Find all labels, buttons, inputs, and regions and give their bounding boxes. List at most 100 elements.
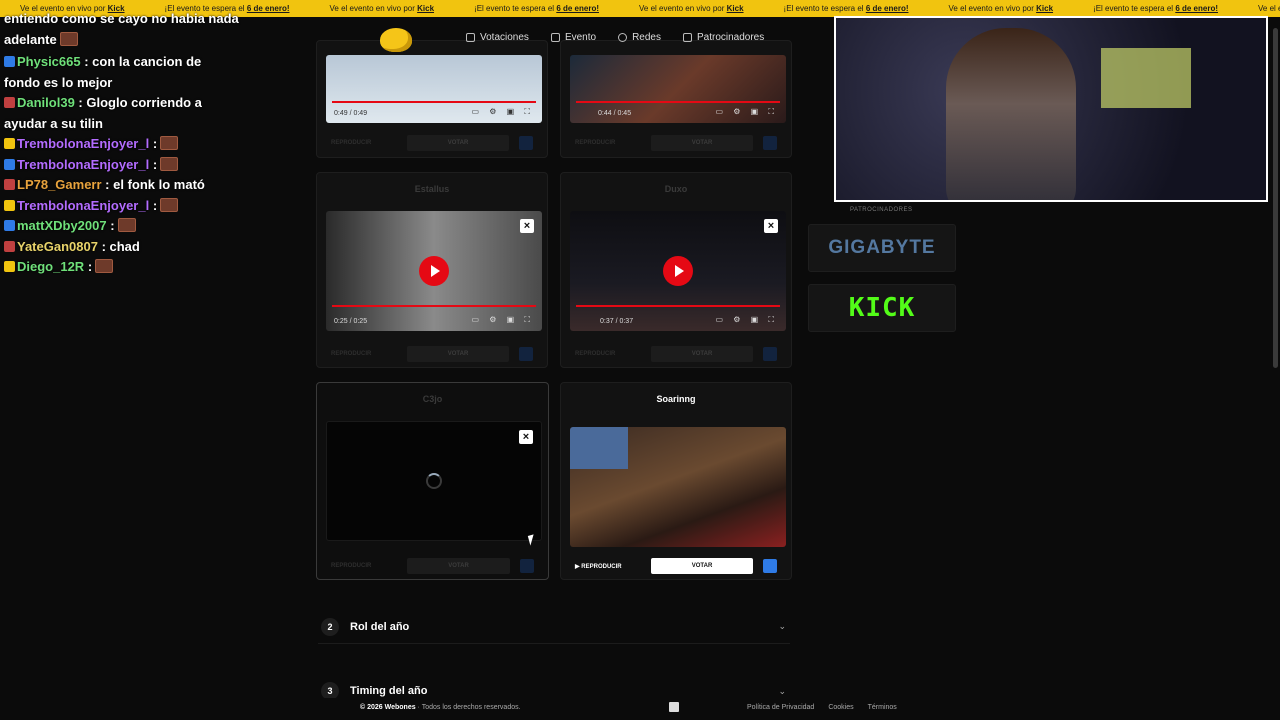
calendar-icon: [550, 33, 560, 42]
nominee-name: Soarinng: [656, 394, 696, 404]
chat-message: mattXDby2007 :: [0, 216, 240, 237]
chat-username[interactable]: TrembolonaEnjoyer_l: [17, 136, 149, 151]
chat-text-line: adelante: [0, 30, 240, 51]
ticker-link[interactable]: Kick: [727, 4, 744, 13]
nominee-card: Duxo × 0:37 / 0:37 ▭ ⚙ ▣ ⛶ REPRODUCIR VO…: [560, 172, 792, 368]
card-actions: REPRODUCIR VOTAR: [331, 557, 534, 575]
stream-chat: entiendo como se cayo no habia nada adel…: [0, 0, 250, 320]
chat-badge-icon: [4, 138, 15, 149]
vote-button[interactable]: VOTAR: [651, 135, 753, 151]
vote-button[interactable]: VOTAR: [651, 558, 753, 574]
nav-votaciones[interactable]: Votaciones: [466, 32, 529, 43]
ticker-link[interactable]: 6 de enero!: [556, 4, 599, 13]
chat-username[interactable]: mattXDby2007: [17, 218, 107, 233]
chat-text: : chad: [97, 238, 140, 254]
card-actions: ▶ REPRODUCIR VOTAR: [575, 557, 777, 575]
video-time: 0:49 / 0:49: [334, 110, 368, 117]
close-icon[interactable]: ×: [764, 219, 778, 233]
emote-icon: [160, 156, 179, 171]
chat-text: entiendo como se cayo no habia nada: [4, 11, 239, 26]
ticker-link[interactable]: 6 de enero!: [1175, 4, 1218, 13]
nav-patrocinadores[interactable]: Patrocinadores: [682, 32, 764, 43]
vote-button[interactable]: VOTAR: [407, 558, 510, 574]
chat-username[interactable]: LP78_Gamerr: [17, 177, 102, 192]
chat-message: TrembolonaEnjoyer_l :: [0, 134, 240, 155]
video-thumbnail[interactable]: [570, 427, 786, 547]
share-button[interactable]: [763, 136, 777, 150]
kick-icon[interactable]: [669, 702, 679, 712]
chat-message: TrembolonaEnjoyer_l :: [0, 196, 240, 217]
chevron-down-icon[interactable]: ⌄: [778, 686, 786, 697]
video-player[interactable]: 0:49 / 0:49 ▭ ⚙ ▣ ⛶: [326, 55, 542, 123]
video-player[interactable]: × 0:25 / 0:25 ▭ ⚙ ▣ ⛶: [326, 211, 542, 331]
video-controls[interactable]: ▭ ⚙ ▣ ⛶: [715, 315, 778, 325]
ticker-message: ¡El evento te espera el 6 de enero!: [783, 4, 909, 13]
play-button[interactable]: ▶ REPRODUCIR: [575, 563, 641, 570]
close-icon[interactable]: ×: [519, 430, 533, 444]
site-logo[interactable]: [380, 28, 412, 52]
chat-username[interactable]: TrembolonaEnjoyer_l: [17, 198, 149, 213]
video-progress[interactable]: [332, 101, 536, 103]
share-button[interactable]: [519, 347, 533, 361]
video-progress[interactable]: [576, 101, 780, 103]
chevron-down-icon[interactable]: ⌄: [778, 621, 786, 632]
share-button[interactable]: [519, 136, 533, 150]
video-controls[interactable]: ▭ ⚙ ▣ ⛶: [715, 107, 778, 117]
chat-username[interactable]: TrembolonaEnjoyer_l: [17, 157, 149, 172]
nominee-name: Duxo: [664, 184, 688, 194]
share-button[interactable]: [763, 559, 777, 573]
play-button[interactable]: REPRODUCIR: [331, 351, 397, 357]
chat-username[interactable]: YateGan0807: [17, 239, 98, 254]
ticker-link[interactable]: 6 de enero!: [247, 4, 290, 13]
video-time: 0:44 / 0:45: [598, 110, 632, 117]
play-button[interactable]: REPRODUCIR: [331, 563, 397, 569]
sponsor-gigabyte[interactable]: GIGABYTE: [808, 224, 956, 272]
ticker-link[interactable]: 6 de enero!: [866, 4, 909, 13]
category-title: Rol del año: [350, 620, 410, 633]
nominee-card: Soarinng ▶ REPRODUCIR VOTAR: [560, 382, 792, 580]
sponsor-kick[interactable]: KICK: [808, 284, 956, 332]
chat-username[interactable]: Diego_12R: [17, 259, 84, 274]
chat-username[interactable]: Physic665: [17, 54, 81, 69]
video-progress[interactable]: [332, 305, 536, 307]
chat-badge-icon: [4, 56, 15, 67]
video-player[interactable]: × 0:37 / 0:37 ▭ ⚙ ▣ ⛶: [570, 211, 786, 331]
webcam-overlay: [834, 16, 1268, 202]
category-title: Timing del año: [350, 685, 428, 697]
vote-button[interactable]: VOTAR: [407, 135, 509, 151]
play-icon[interactable]: [663, 256, 693, 286]
ticker-link[interactable]: Kick: [1036, 4, 1053, 13]
play-button[interactable]: REPRODUCIR: [575, 351, 641, 357]
video-time: 0:37 / 0:37: [600, 318, 634, 325]
vote-button[interactable]: VOTAR: [651, 346, 753, 362]
vote-button[interactable]: VOTAR: [407, 346, 509, 362]
emote-icon: [59, 31, 78, 46]
video-player[interactable]: 0:44 / 0:45 ▭ ⚙ ▣ ⛶: [570, 55, 786, 123]
footer-terms-link[interactable]: Términos: [868, 704, 897, 711]
webcam-person: [946, 28, 1076, 200]
play-button[interactable]: REPRODUCIR: [575, 140, 641, 146]
card-actions: REPRODUCIR VOTAR: [575, 345, 777, 363]
video-player[interactable]: ×: [326, 421, 542, 541]
share-button[interactable]: [763, 347, 777, 361]
footer-privacy-link[interactable]: Política de Privacidad: [747, 704, 814, 711]
chat-badge-icon: [4, 261, 15, 272]
chat-username[interactable]: Danilol39: [17, 95, 75, 110]
nav-redes[interactable]: Redes: [618, 32, 661, 43]
play-icon[interactable]: [419, 256, 449, 286]
video-progress[interactable]: [576, 305, 780, 307]
share-button[interactable]: [520, 559, 534, 573]
category-accordion[interactable]: 2 Rol del año ⌄: [318, 610, 790, 644]
video-controls[interactable]: ▭ ⚙ ▣ ⛶: [471, 315, 534, 325]
play-button[interactable]: REPRODUCIR: [331, 140, 397, 146]
nav-evento[interactable]: Evento: [550, 32, 596, 43]
video-controls[interactable]: ▭ ⚙ ▣ ⛶: [471, 107, 534, 117]
ticker-link[interactable]: Kick: [417, 4, 434, 13]
nominee-name: Estallus: [414, 184, 450, 194]
close-icon[interactable]: ×: [520, 219, 534, 233]
footer-cookies-link[interactable]: Cookies: [828, 704, 853, 711]
page-scrollbar[interactable]: [1273, 28, 1278, 368]
chat-text: :: [149, 197, 158, 213]
chat-message: YateGan0807 : chad: [0, 237, 240, 258]
ticker-message: Ve el evento en vivo por Kick: [639, 4, 744, 13]
